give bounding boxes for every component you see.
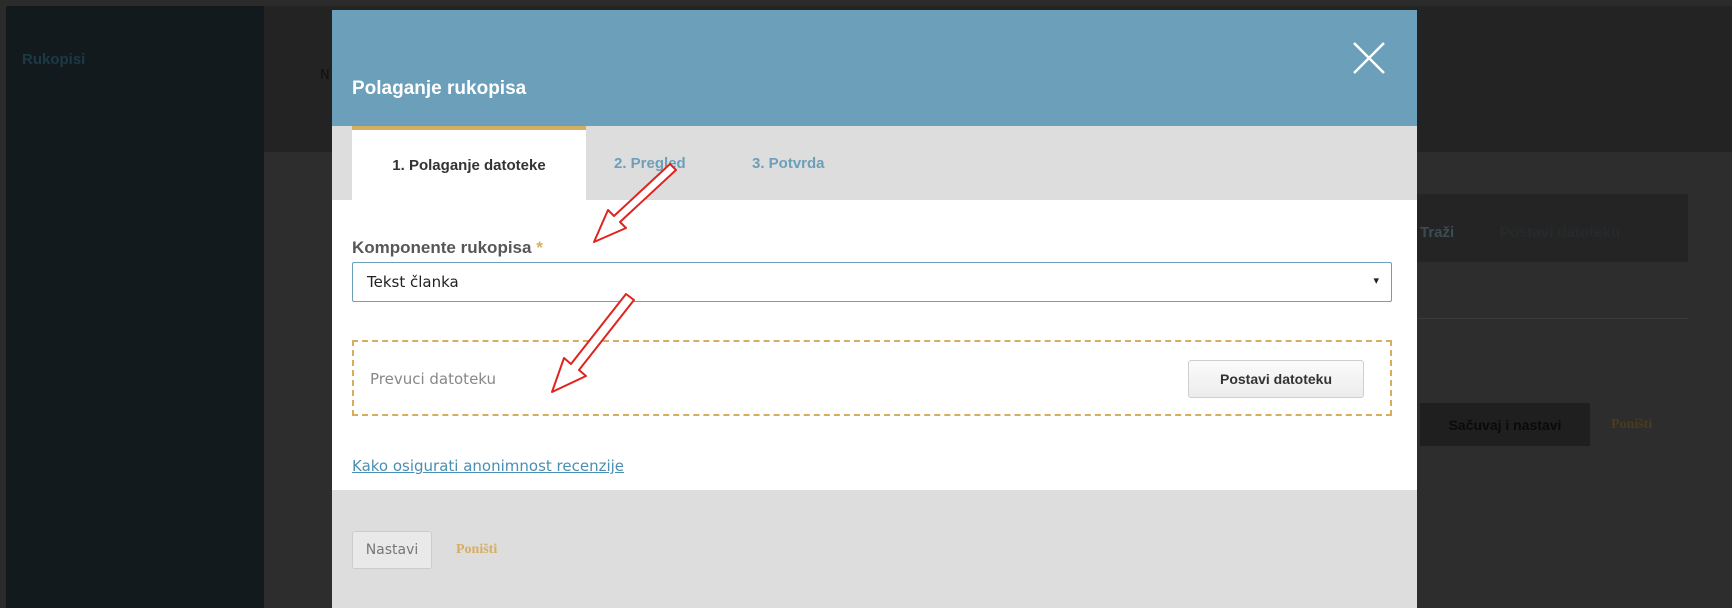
component-select[interactable]: Tekst članka ▾ bbox=[352, 262, 1392, 302]
modal-title: Polaganje rukopisa bbox=[352, 78, 527, 99]
component-label: Komponente rukopisa * bbox=[352, 238, 543, 258]
annotation-arrow-icon bbox=[551, 293, 635, 393]
modal-header: Polaganje rukopisa bbox=[332, 10, 1417, 126]
background-sidebar: Rukopisi bbox=[6, 6, 264, 608]
component-select-value: Tekst članka bbox=[367, 273, 459, 291]
component-label-text: Komponente rukopisa bbox=[352, 238, 532, 257]
background-header-letter: N bbox=[320, 68, 330, 83]
tab-label: 3. Potvrda bbox=[752, 154, 825, 172]
modal-footer: Nastavi Poništi bbox=[332, 490, 1417, 608]
dropzone-text: Prevuci datoteku bbox=[370, 370, 497, 388]
tab-file-upload[interactable]: 1. Polaganje datoteke bbox=[352, 126, 586, 200]
upload-modal: Polaganje rukopisa 1. Polaganje datoteke… bbox=[332, 10, 1417, 608]
close-icon[interactable] bbox=[1351, 40, 1387, 76]
cancel-link[interactable]: Poništi bbox=[456, 542, 497, 558]
required-mark: * bbox=[536, 238, 543, 257]
tab-confirm[interactable]: 3. Potvrda bbox=[752, 126, 825, 200]
background-divider bbox=[1405, 318, 1688, 319]
sidebar-title: Rukopisi bbox=[22, 51, 86, 68]
file-dropzone[interactable]: Prevuci datoteku Postavi datoteku bbox=[352, 340, 1392, 416]
wizard-tabs: 1. Polaganje datoteke 2. Pregled 3. Potv… bbox=[332, 126, 1417, 200]
background-cancel-link: Poništi bbox=[1611, 417, 1653, 432]
background-upload-link: Postavi datoteku bbox=[1500, 224, 1621, 241]
background-search-link: Traži bbox=[1420, 224, 1455, 241]
anonymity-help-link[interactable]: Kako osigurati anonimnost recenzije bbox=[352, 457, 624, 475]
tab-label: 1. Polaganje datoteke bbox=[392, 156, 546, 174]
annotation-arrow-icon bbox=[593, 163, 677, 243]
chevron-down-icon: ▾ bbox=[1373, 274, 1379, 287]
background-save-button: Sačuvaj i nastavi bbox=[1420, 403, 1590, 446]
upload-file-button[interactable]: Postavi datoteku bbox=[1188, 360, 1364, 398]
next-button[interactable]: Nastavi bbox=[352, 531, 432, 569]
